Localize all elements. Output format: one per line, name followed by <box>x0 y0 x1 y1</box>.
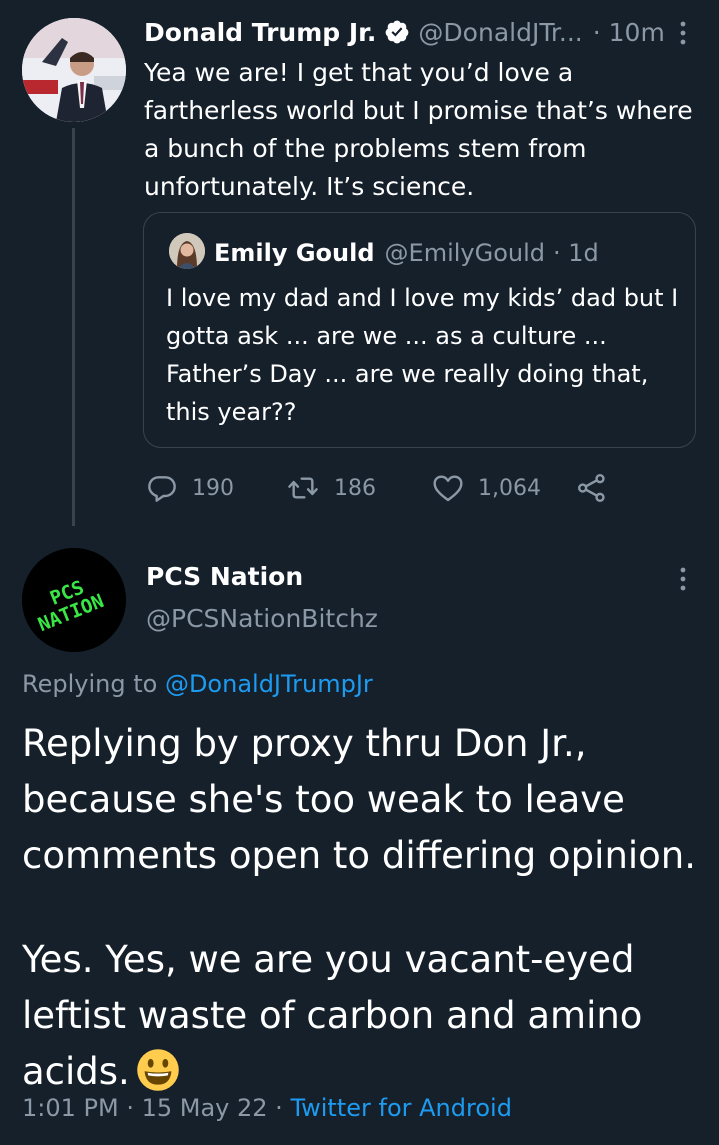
tweet-timestamp[interactable]: 1:01 PM · 15 May 22 · <box>22 1094 290 1122</box>
tweet-metadata: 1:01 PM · 15 May 22 · Twitter for Androi… <box>22 1094 512 1122</box>
quoted-author-name: Emily Gould <box>214 239 375 267</box>
reply-icon <box>148 476 176 502</box>
quoted-tweet-header: Emily Gould @EmilyGould · 1d <box>214 235 599 271</box>
donald-trump-jr-avatar[interactable] <box>22 18 126 122</box>
tweet-time[interactable]: · 10m <box>593 18 665 47</box>
retweet-count: 186 <box>334 475 376 501</box>
author-name[interactable]: Donald Trump Jr. <box>144 18 376 47</box>
quoted-tweet-text: I love my dad and I love my kids’ dad bu… <box>166 284 679 426</box>
author-name[interactable]: PCS Nation <box>146 562 303 591</box>
like-button[interactable]: 1,064 <box>432 470 541 506</box>
quoted-tweet-time: · 1d <box>553 239 599 267</box>
reply-count: 190 <box>192 475 234 501</box>
like-count: 1,064 <box>478 475 541 501</box>
heart-icon <box>433 475 463 502</box>
tweet-paragraph: Replying by proxy thru Don Jr., because … <box>22 722 697 877</box>
share-button[interactable] <box>576 470 622 506</box>
more-options-icon[interactable] <box>674 20 692 46</box>
tweet-source[interactable]: Twitter for Android <box>290 1094 511 1122</box>
pcs-nation-avatar[interactable]: PCS NATION <box>22 548 126 652</box>
tweet-paragraph-text: Yes. Yes, we are you vacant-eyed leftist… <box>22 938 643 1093</box>
author-handle[interactable]: @PCSNationBitchz <box>146 604 378 633</box>
tweet-paragraph: Yes. Yes, we are you vacant-eyed leftist… <box>22 932 702 1100</box>
retweet-button[interactable]: 186 <box>286 470 376 506</box>
quoted-tweet-card[interactable]: Emily Gould @EmilyGould · 1d I love my d… <box>143 212 696 448</box>
thread-connector-line <box>72 128 75 526</box>
verified-badge-icon <box>386 20 409 44</box>
pcs-nation-logo: PCS NATION <box>22 548 126 652</box>
replying-to-link[interactable]: @DonaldJTrumpJr <box>165 670 373 698</box>
quoted-author-handle: @EmilyGould <box>384 239 546 267</box>
smiley-face-emoji-icon <box>137 1049 179 1091</box>
main-tweet-text: Replying by proxy thru Don Jr., because … <box>22 716 702 1100</box>
replying-to-prefix: Replying to <box>22 670 165 698</box>
retweet-icon <box>288 477 318 499</box>
parent-tweet-header: Donald Trump Jr. @DonaldJTr... · 10m <box>144 14 665 50</box>
more-options-icon[interactable] <box>674 566 692 592</box>
author-handle[interactable]: @DonaldJTr... <box>418 18 582 47</box>
replying-to-line: Replying to @DonaldJTrumpJr <box>22 670 373 698</box>
share-icon <box>578 474 605 502</box>
parent-tweet-text: Yea we are! I get that you’d love a fart… <box>144 58 693 201</box>
emily-gould-avatar <box>169 233 205 269</box>
reply-button[interactable]: 190 <box>146 470 234 506</box>
